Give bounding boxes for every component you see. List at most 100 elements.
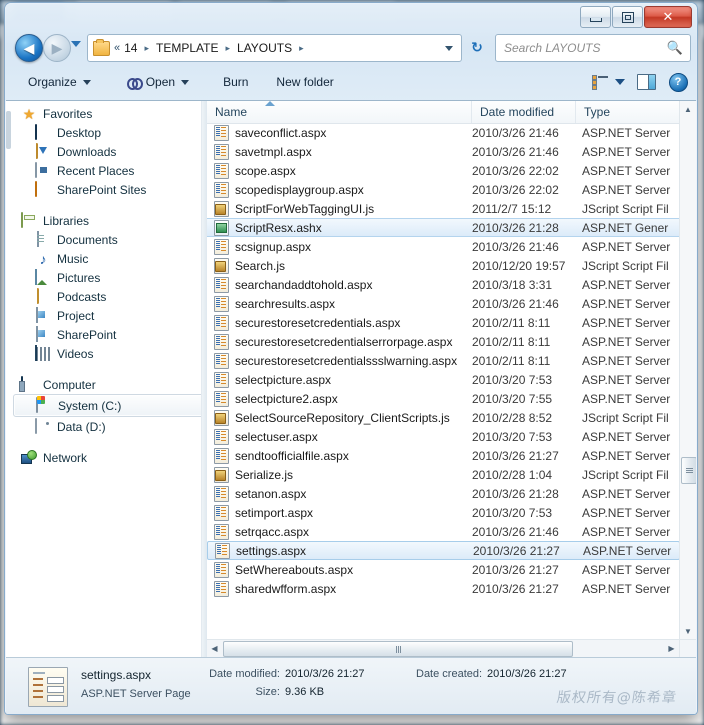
sidebar-item-system-c[interactable]: System (C:): [13, 394, 201, 417]
table-row[interactable]: securestoresetcredentialssslwarning.aspx…: [207, 351, 680, 370]
scroll-left-button[interactable]: ◀: [207, 640, 222, 656]
change-view-button[interactable]: [587, 70, 613, 94]
table-row[interactable]: scope.aspx 2010/3/26 22:02 ASP.NET Server: [207, 161, 680, 180]
details-date-created-label: Date created:: [416, 668, 483, 680]
table-row[interactable]: selectpicture.aspx 2010/3/20 7:53 ASP.NET …: [207, 370, 680, 389]
aspx-file-icon: [214, 390, 229, 407]
sidebar-item-recent-places[interactable]: Recent Places: [11, 161, 201, 180]
sidebar-group-computer[interactable]: Computer: [11, 375, 201, 394]
sidebar-item-sharepoint[interactable]: SharePoint: [11, 325, 201, 344]
table-row[interactable]: SelectSourceRepository_ClientScripts.js 2…: [207, 408, 680, 427]
preview-pane-button[interactable]: [633, 70, 659, 94]
sidebar-item-downloads[interactable]: Downloads: [11, 142, 201, 161]
table-row[interactable]: searchresults.aspx 2010/3/26 21:46 ASP.NET…: [207, 294, 680, 313]
aspx-file-icon: [214, 162, 229, 179]
sidebar-item-documents[interactable]: Documents: [11, 230, 201, 249]
address-bar[interactable]: « 14 ▸ TEMPLATE ▸ LAYOUTS ▸: [87, 34, 462, 62]
open-button[interactable]: Open: [118, 70, 198, 94]
file-type-cell: JScript Script Fil: [582, 258, 669, 273]
horizontal-scrollbar[interactable]: ◀ ▶: [207, 639, 696, 657]
minimize-button[interactable]: [580, 6, 611, 28]
preview-pane-icon: [636, 74, 656, 90]
history-dropdown-icon[interactable]: [71, 41, 81, 47]
scroll-down-button[interactable]: ▼: [680, 623, 696, 639]
table-row[interactable]: saveconflict.aspx 2010/3/26 21:46 ASP.NET …: [207, 123, 680, 142]
file-date-cell: 2010/3/20 7:53: [472, 505, 553, 520]
organize-button[interactable]: Organize: [19, 70, 100, 94]
details-date-modified-value: 2010/3/26 21:27: [285, 668, 365, 680]
breadcrumb-item-template[interactable]: TEMPLATE: [154, 41, 220, 55]
new-folder-button[interactable]: New folder: [267, 70, 342, 94]
column-header-date-modified[interactable]: Date modified: [472, 101, 576, 123]
scroll-right-button[interactable]: ▶: [664, 640, 679, 656]
table-row[interactable]: ScriptResx.ashx 2010/3/26 21:28 ASP.NET Ge…: [207, 218, 680, 237]
table-row[interactable]: ScriptForWebTaggingUI.js 2011/2/7 15:12 JS…: [207, 199, 680, 218]
aspx-file-icon: [214, 314, 229, 331]
file-thumbnail-icon: [28, 667, 68, 707]
sidebar-item-project[interactable]: Project: [11, 306, 201, 325]
table-row[interactable]: selectpicture2.aspx 2010/3/20 7:55 ASP.NET…: [207, 389, 680, 408]
breadcrumb-chevron-icon[interactable]: ▸: [139, 43, 154, 54]
close-button[interactable]: ✕: [644, 6, 692, 28]
breadcrumb-chevron-icon[interactable]: ▸: [220, 43, 235, 54]
file-name-label: SetWhereabouts.aspx: [235, 562, 354, 577]
table-row[interactable]: setanon.aspx 2010/3/26 21:28 ASP.NET Serve…: [207, 484, 680, 503]
sidebar-group-network[interactable]: Network: [11, 448, 201, 467]
table-row[interactable]: sendtoofficialfile.aspx 2010/3/26 21:27 AS…: [207, 446, 680, 465]
table-row[interactable]: securestoresetcredentialserrorpage.aspx 2…: [207, 332, 680, 351]
view-dropdown-icon[interactable]: [615, 79, 625, 85]
table-row[interactable]: Search.js 2010/12/20 19:57 JScript Script …: [207, 256, 680, 275]
horizontal-scroll-thumb[interactable]: [223, 641, 573, 657]
file-type-cell: ASP.NET Server: [582, 448, 671, 463]
table-row[interactable]: selectuser.aspx 2010/3/20 7:53 ASP.NET Ser…: [207, 427, 680, 446]
forward-button[interactable]: ▶: [43, 34, 71, 62]
breadcrumb-overflow[interactable]: «: [114, 42, 122, 54]
vertical-scrollbar[interactable]: ▲ ▼: [679, 101, 696, 639]
aspx-file-icon: [214, 143, 229, 160]
table-row[interactable]: securestoresetcredentials.aspx 2010/2/11 …: [207, 313, 680, 332]
table-row[interactable]: savetmpl.aspx 2010/3/26 21:46 ASP.NET Serv…: [207, 142, 680, 161]
file-name-label: settings.aspx: [236, 543, 307, 558]
file-type-cell: ASP.NET Server: [582, 353, 671, 368]
file-name-label: searchresults.aspx: [235, 296, 336, 311]
breadcrumb-chevron-icon[interactable]: ▸: [294, 43, 309, 54]
sidebar-item-music[interactable]: ♪ Music: [11, 249, 201, 268]
table-row[interactable]: searchandaddtohold.aspx 2010/3/18 3:31 ASP…: [207, 275, 680, 294]
file-type-cell: ASP.NET Server: [582, 144, 671, 159]
table-row[interactable]: scsignup.aspx 2010/3/26 21:46 ASP.NET Serv…: [207, 237, 680, 256]
table-row[interactable]: setrqacc.aspx 2010/3/26 21:46 ASP.NET Serv…: [207, 522, 680, 541]
file-name-cell: securestoresetcredentialssslwarning.aspx: [207, 352, 472, 369]
explorer-window: ✕ ◀ ▶ « 14 ▸ TEMPLATE ▸ LAYOUTS ▸ ↻ Sear…: [4, 2, 698, 715]
maximize-button[interactable]: [612, 6, 643, 28]
sidebar-item-data-d[interactable]: Data (D:): [11, 417, 201, 436]
table-row[interactable]: sharedwfform.aspx 2010/3/26 21:27 ASP.NET …: [207, 579, 680, 598]
column-header-name[interactable]: Name: [207, 101, 472, 123]
table-row[interactable]: SetWhereabouts.aspx 2010/3/26 21:27 ASP.NE…: [207, 560, 680, 579]
scroll-up-button[interactable]: ▲: [680, 101, 696, 117]
title-bar[interactable]: ✕: [5, 3, 697, 29]
search-box[interactable]: Search LAYOUTS 🔍: [495, 34, 691, 62]
column-header-type[interactable]: Type: [576, 101, 680, 123]
sidebar-item-sharepoint-sites[interactable]: SharePoint Sites: [11, 180, 201, 199]
search-input[interactable]: Search LAYOUTS: [496, 41, 664, 55]
table-row[interactable]: Serialize.js 2010/2/28 1:04 JScript Script…: [207, 465, 680, 484]
address-dropdown-icon[interactable]: [445, 45, 453, 51]
back-button[interactable]: ◀: [15, 34, 43, 62]
help-button[interactable]: ?: [665, 70, 691, 94]
sidebar-group-libraries[interactable]: Libraries: [11, 211, 201, 230]
breadcrumb-item-layouts[interactable]: LAYOUTS: [235, 41, 294, 55]
vertical-scroll-thumb[interactable]: [681, 457, 696, 484]
sidebar-group-favorites[interactable]: ★ Favorites: [11, 104, 201, 123]
sidebar-item-desktop[interactable]: Desktop: [11, 123, 201, 142]
table-row[interactable]: setimport.aspx 2010/3/20 7:53 ASP.NET Serv…: [207, 503, 680, 522]
table-row[interactable]: scopedisplaygroup.aspx 2010/3/26 22:02 ASP…: [207, 180, 680, 199]
refresh-button[interactable]: ↻: [463, 34, 491, 60]
breadcrumb-item-14[interactable]: 14: [122, 41, 139, 55]
burn-button[interactable]: Burn: [214, 70, 257, 94]
sidebar-item-pictures[interactable]: Pictures: [11, 268, 201, 287]
sidebar-item-videos[interactable]: Videos: [11, 344, 201, 363]
table-row[interactable]: settings.aspx 2010/3/26 21:27 ASP.NET Serv…: [207, 541, 680, 560]
aspx-file-icon: [214, 447, 229, 464]
aspx-file-icon: [214, 523, 229, 540]
sidebar-item-podcasts[interactable]: Podcasts: [11, 287, 201, 306]
